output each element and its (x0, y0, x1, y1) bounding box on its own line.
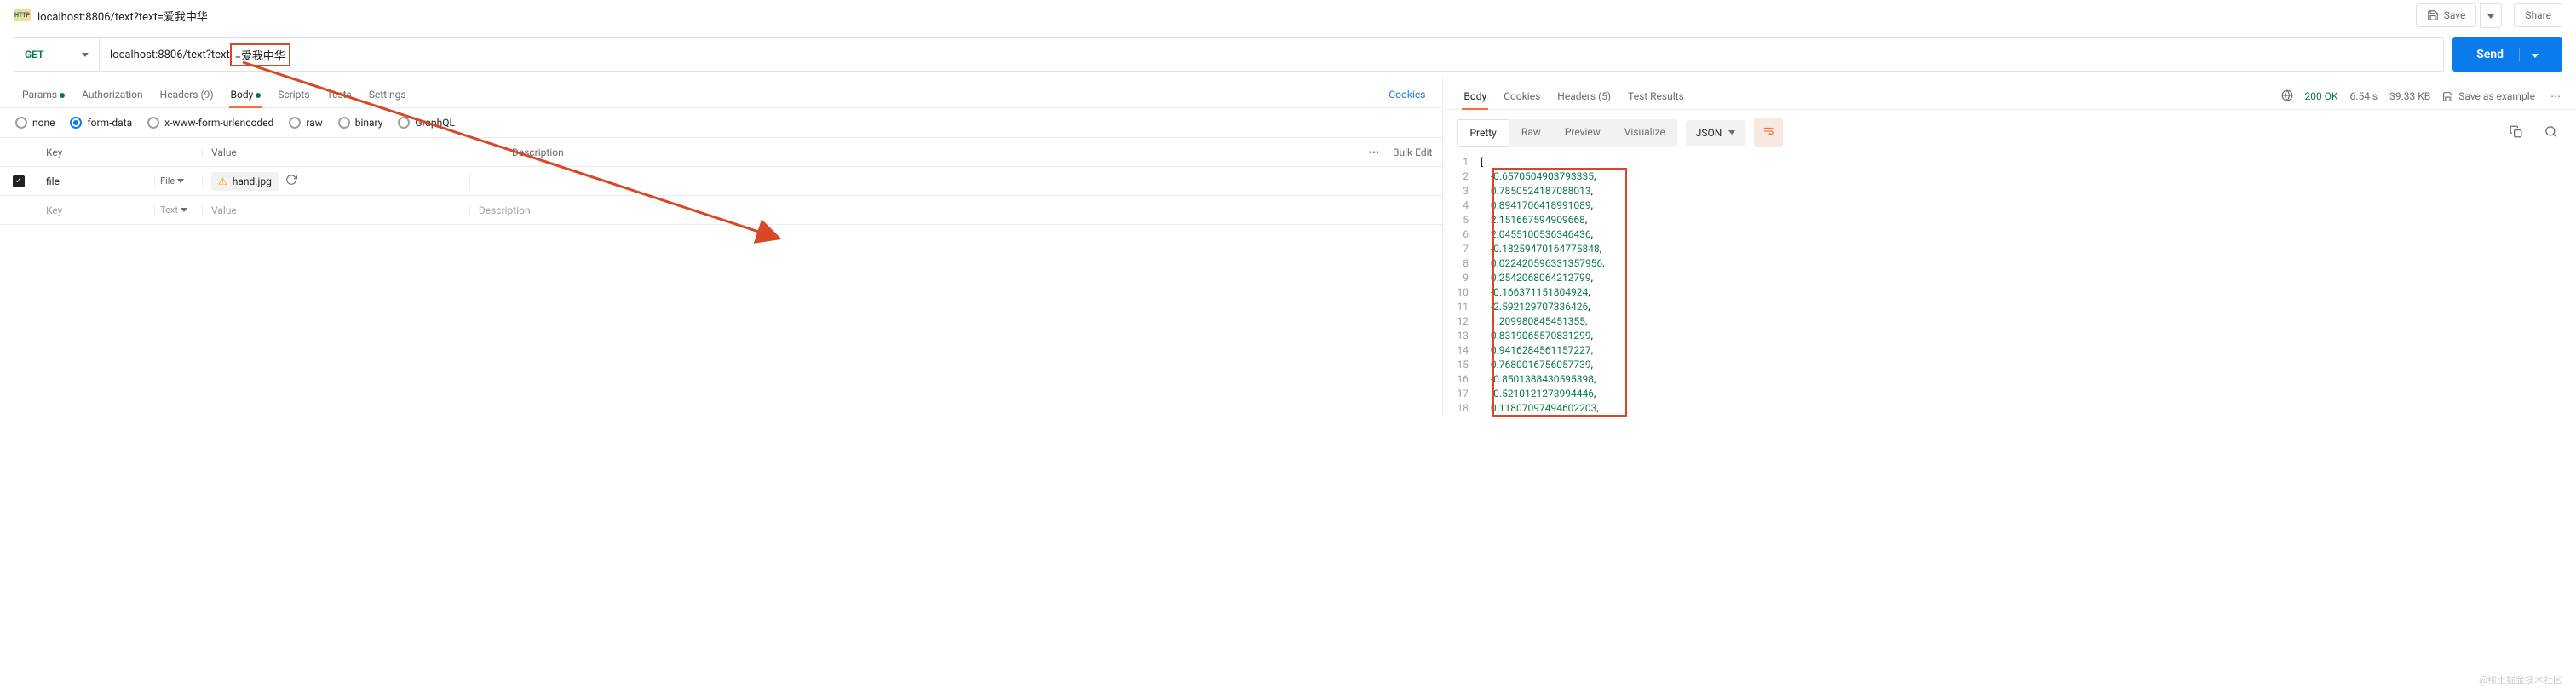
tab-body-label: Body (231, 89, 254, 101)
view-pretty[interactable]: Pretty (1457, 119, 1509, 147)
view-preview[interactable]: Preview (1553, 119, 1613, 147)
url-text: localhost:8806/text?text (110, 49, 230, 61)
tab-authorization[interactable]: Authorization (73, 82, 152, 107)
save-label: Save (2444, 9, 2466, 21)
globe-icon[interactable] (2281, 89, 2293, 104)
resp-tab-headers[interactable]: Headers (5) (1549, 83, 1619, 109)
resp-tab-cookies[interactable]: Cookies (1495, 83, 1549, 109)
file-name: hand.jpg (233, 175, 272, 187)
body-type-label: x-www-form-urlencoded (164, 117, 273, 129)
line-gutter: 123456789101112131415161718 (1457, 155, 1481, 416)
response-time: 6.54 s (2350, 90, 2378, 102)
value-input[interactable]: Value (203, 204, 470, 216)
key-cell[interactable]: file (37, 175, 155, 187)
key-input[interactable]: Key (37, 204, 155, 216)
type-select[interactable]: Text (155, 204, 203, 216)
active-dot-icon (60, 93, 65, 98)
file-chip[interactable]: ⚠ hand.jpg (211, 172, 279, 191)
body-type-label: form-data (87, 117, 132, 129)
save-as-label: Save as example (2458, 90, 2535, 102)
warning-icon: ⚠ (218, 175, 227, 187)
type-value: Text (160, 204, 178, 216)
body-type-label: GraphQL (415, 117, 455, 129)
table-row-empty: Key Text Value Description (0, 196, 1442, 225)
tab-params-label: Params (22, 89, 57, 101)
send-button[interactable]: Send (2452, 37, 2562, 72)
copy-icon[interactable] (2504, 120, 2527, 146)
type-select[interactable]: File (155, 175, 203, 187)
body-type-label: none (32, 117, 55, 129)
url-highlight-annotation: =爱我中华 (230, 43, 290, 66)
resp-tab-test-results[interactable]: Test Results (1619, 83, 1693, 109)
resp-tab-body[interactable]: Body (1455, 83, 1495, 109)
value-cell[interactable]: ⚠ hand.jpg (203, 172, 470, 191)
row-options-icon[interactable]: ••• (1369, 147, 1379, 158)
row-checkbox[interactable]: ✓ (13, 175, 25, 187)
code-content: [ -0.6570504903793335, 0.785052418708801… (1481, 155, 1605, 416)
chevron-down-icon (2532, 54, 2539, 58)
tab-headers[interactable]: Headers (9) (152, 82, 222, 107)
type-value: File (160, 175, 175, 187)
save-as-example-button[interactable]: Save as example (2442, 90, 2535, 102)
http-method-icon: HTTP (14, 9, 31, 21)
tab-settings[interactable]: Settings (360, 82, 415, 107)
response-size: 39.33 KB (2389, 90, 2430, 102)
table-row: ✓ file File ⚠ hand.jpg (0, 167, 1442, 196)
body-type-raw[interactable]: raw (289, 117, 322, 129)
tab-scripts[interactable]: Scripts (269, 82, 318, 107)
request-title: localhost:8806/text?text=爱我中华 (37, 8, 208, 24)
chevron-down-icon (82, 53, 89, 57)
view-visualize[interactable]: Visualize (1613, 119, 1677, 147)
body-type-label: raw (306, 117, 322, 129)
save-dropdown-button[interactable] (2480, 3, 2502, 28)
body-type-none[interactable]: none (15, 117, 55, 129)
description-input[interactable]: Description (470, 204, 1443, 216)
more-options-icon[interactable]: ⋯ (2547, 90, 2564, 102)
body-type-label: binary (355, 117, 383, 129)
status-code: 200 OK (2305, 90, 2338, 102)
chevron-down-icon (2487, 14, 2494, 19)
tab-params[interactable]: Params (14, 82, 73, 107)
response-body[interactable]: 123456789101112131415161718 [ -0.6570504… (1443, 155, 2576, 416)
method-value: GET (25, 49, 43, 60)
bulk-edit-link[interactable]: Bulk Edit (1393, 147, 1432, 158)
chevron-down-icon (181, 208, 187, 212)
cookies-link[interactable]: Cookies (1385, 82, 1429, 107)
header-key: Key (37, 147, 203, 158)
share-label: Share (2525, 9, 2551, 21)
body-type-graphql[interactable]: GraphQL (398, 117, 455, 129)
active-dot-icon (256, 93, 261, 98)
share-button[interactable]: Share (2514, 3, 2562, 27)
tab-body[interactable]: Body (222, 82, 270, 107)
header-description: Description (503, 147, 1369, 158)
url-bar: GET localhost:8806/text?text=爱我中华 (14, 37, 2444, 72)
format-select[interactable]: JSON (1686, 120, 1746, 146)
tab-tests[interactable]: Tests (319, 82, 360, 107)
search-icon[interactable] (2539, 120, 2562, 146)
body-type-form-data[interactable]: form-data (70, 117, 132, 129)
format-value: JSON (1696, 127, 1722, 139)
view-mode-group: Pretty Raw Preview Visualize (1457, 119, 1676, 147)
reload-icon[interactable] (285, 174, 297, 188)
body-type-urlencoded[interactable]: x-www-form-urlencoded (147, 117, 273, 129)
body-type-binary[interactable]: binary (338, 117, 383, 129)
wrap-lines-button[interactable] (1754, 118, 1783, 147)
save-icon (2442, 91, 2453, 102)
send-dropdown[interactable] (2519, 48, 2539, 61)
header-value: Value (203, 147, 503, 158)
send-label: Send (2476, 48, 2504, 61)
save-button[interactable]: Save (2416, 3, 2477, 27)
url-input[interactable]: localhost:8806/text?text=爱我中华 (100, 38, 2443, 71)
chevron-down-icon (1728, 130, 1735, 135)
form-data-table: Key Value Description ••• Bulk Edit ✓ fi… (0, 137, 1442, 225)
chevron-down-icon (177, 179, 184, 183)
view-raw[interactable]: Raw (1509, 119, 1553, 147)
watermark: @稀土掘金技术社区 (2479, 673, 2562, 687)
method-select[interactable]: GET (14, 38, 100, 71)
save-icon (2427, 9, 2439, 21)
